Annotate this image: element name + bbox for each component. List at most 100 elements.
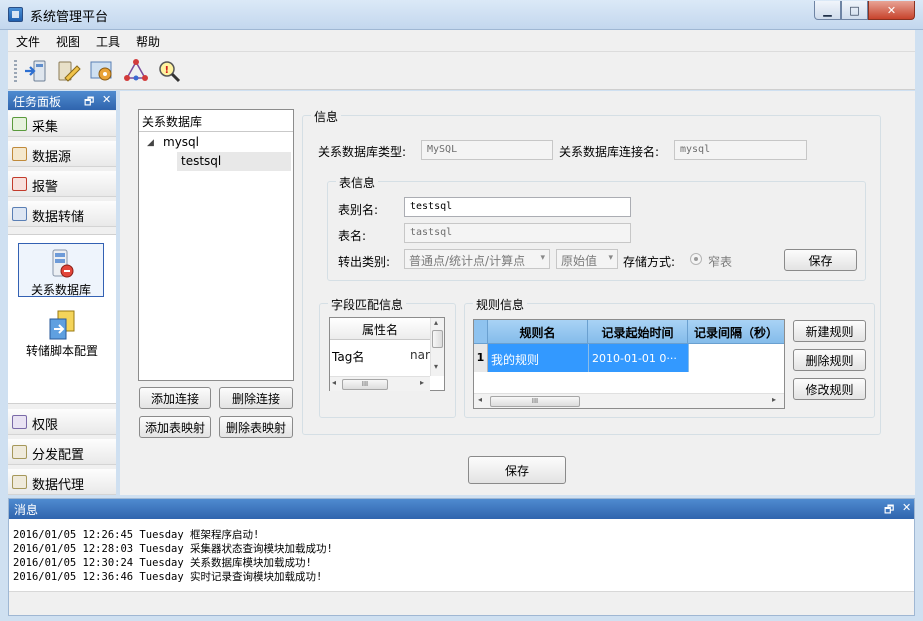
export-type-value: 普通点/统计点/计算点 [409,254,526,268]
tree-node-label: testsql [181,154,222,168]
nav-item-alarm[interactable]: 报警 [8,171,116,197]
field-match-cell-extra[interactable]: nar [410,348,430,362]
connection-name-field: mysql [674,140,807,160]
delete-table-mapping-button[interactable]: 删除表映射 [219,416,293,438]
rule-header-name[interactable]: 规则名 [488,320,588,344]
chevron-down-icon: ▾ [540,253,545,263]
delete-connection-button[interactable]: 删除连接 [219,387,293,409]
rule-cell-name[interactable]: 我的规则 [491,351,539,368]
tree-collapse-icon[interactable]: ◢ [147,138,154,148]
rule-header-start-time[interactable]: 记录起始时间 [588,320,688,344]
table-name-label: 表名: [338,229,367,243]
search-warning-icon[interactable]: ! [156,58,184,84]
radio-dot [694,257,698,261]
messages-float-button[interactable]: 🗗 [884,501,894,520]
menu-bar: 文件 视图 工具 帮助 [8,30,915,52]
main-save-button[interactable]: 保存 [468,456,566,484]
minimize-button[interactable]: ▁ [814,1,841,20]
edit-db-icon[interactable] [54,58,82,84]
rule-row-index: 1 [474,344,488,372]
close-button[interactable]: ✕ [868,1,915,20]
collect-icon [12,117,27,131]
table-row[interactable]: 1 我的规则 2010-01-01 0··· [474,344,784,372]
task-panel-float-button[interactable]: 🗗 [84,93,94,112]
rule-cell-start-time[interactable]: 2010-01-01 0··· [592,352,677,365]
messages-panel-header: 消息 🗗 ✕ [9,499,914,519]
rule-grid[interactable]: 规则名 记录起始时间 记录间隔（秒） 1 我的规则 2010-01-01 0··… [473,319,785,409]
edit-rule-button[interactable]: 修改规则 [793,378,866,400]
delete-rule-button[interactable]: 删除规则 [793,349,866,371]
menu-help[interactable]: 帮助 [136,33,160,50]
field-match-cell-name[interactable]: Tag名 [332,348,364,365]
title-bar[interactable]: 系统管理平台 ▁ □ ✕ [0,0,923,30]
scroll-right-icon[interactable]: ▸ [772,395,776,404]
new-rule-button[interactable]: 新建规则 [793,320,866,342]
svg-text:!: ! [165,65,170,76]
menu-view[interactable]: 视图 [56,33,80,50]
nav-sub-relational-db[interactable]: 关系数据库 [18,243,104,297]
add-connection-button[interactable]: 添加连接 [139,387,211,409]
maximize-button[interactable]: □ [841,1,868,20]
table-info-group-title: 表信息 [336,174,379,191]
datasource-icon [12,147,27,161]
field-match-vscroll[interactable]: ▴ ▾ [430,318,444,376]
rule-cell-interval[interactable] [688,344,784,372]
tree-header: 关系数据库 [139,110,293,132]
app-icon [8,7,23,22]
chevron-down-icon: ▾ [608,253,613,263]
toolbar-grip[interactable] [14,60,17,82]
connect-icon[interactable] [22,58,50,84]
export-type-select[interactable]: 普通点/统计点/计算点 ▾ [404,249,550,269]
storage-narrow-label: 窄表 [708,255,733,269]
value-mode-value: 原始值 [561,254,598,268]
scroll-right-icon[interactable]: ▸ [420,378,424,387]
table-alias-input[interactable]: testsql [404,197,631,217]
export-type-label: 转出类别: [338,255,391,269]
hscroll-thumb[interactable]: III [342,379,388,390]
storage-narrow-radio[interactable] [690,253,702,265]
scroll-left-icon[interactable]: ◂ [478,395,482,404]
field-match-grid[interactable]: 属性名 Tag名 nar ▴ ▾ ◂ III ▸ [329,317,445,391]
field-match-hscroll[interactable]: ◂ III ▸ [330,376,430,391]
nav-item-proxy[interactable]: 数据代理 [8,469,116,495]
tree-header-label: 关系数据库 [142,115,203,129]
tree-node-testsql[interactable]: testsql [177,152,291,171]
toolbar: ! [8,52,915,90]
nav-item-datasource[interactable]: 数据源 [8,141,116,167]
nav-item-transfer[interactable]: 数据转储 [8,201,116,227]
messages-footer [9,591,914,615]
scroll-down-icon[interactable]: ▾ [434,362,438,371]
rule-grid-corner [474,320,488,344]
nav-item-collect[interactable]: 采集 [8,111,116,137]
messages-close-button[interactable]: ✕ [902,501,911,514]
list-item: 2016/01/05 12:26:45 Tuesday 框架程序启动! [13,529,260,541]
distribution-icon [12,445,27,459]
menu-tools[interactable]: 工具 [96,33,120,50]
nav-item-label: 分发配置 [32,448,85,463]
db-type-label: 关系数据库类型: [318,145,407,159]
config-gear-icon[interactable] [88,58,116,84]
nav-item-label: 数据代理 [32,478,85,493]
connection-tree[interactable]: 关系数据库 ◢ mysql testsql [138,109,294,381]
network-icon[interactable] [122,58,150,84]
task-panel-close-button[interactable]: ✕ [102,93,111,106]
field-match-group-title: 字段匹配信息 [328,296,407,313]
hscroll-thumb[interactable]: III [490,396,580,407]
vscroll-thumb[interactable] [432,330,443,348]
field-match-header-attr[interactable]: 属性名 [330,318,430,340]
scroll-up-icon[interactable]: ▴ [434,318,438,327]
nav-sub-script-config[interactable]: 转储脚本配置 [8,305,116,359]
tree-node-mysql[interactable]: mysql [163,135,199,149]
rule-grid-hscroll[interactable]: ◂ III ▸ [474,393,784,408]
menu-file[interactable]: 文件 [16,33,40,50]
nav-item-permission[interactable]: 权限 [8,409,116,435]
rule-header-interval[interactable]: 记录间隔（秒） [688,320,784,344]
nav-item-distribution[interactable]: 分发配置 [8,439,116,465]
table-save-button[interactable]: 保存 [784,249,857,271]
transfer-icon [12,207,27,221]
scroll-left-icon[interactable]: ◂ [332,378,336,387]
value-mode-select[interactable]: 原始值 ▾ [556,249,618,269]
proxy-icon [12,475,27,489]
rule-info-group-title: 规则信息 [473,296,528,313]
add-table-mapping-button[interactable]: 添加表映射 [139,416,211,438]
